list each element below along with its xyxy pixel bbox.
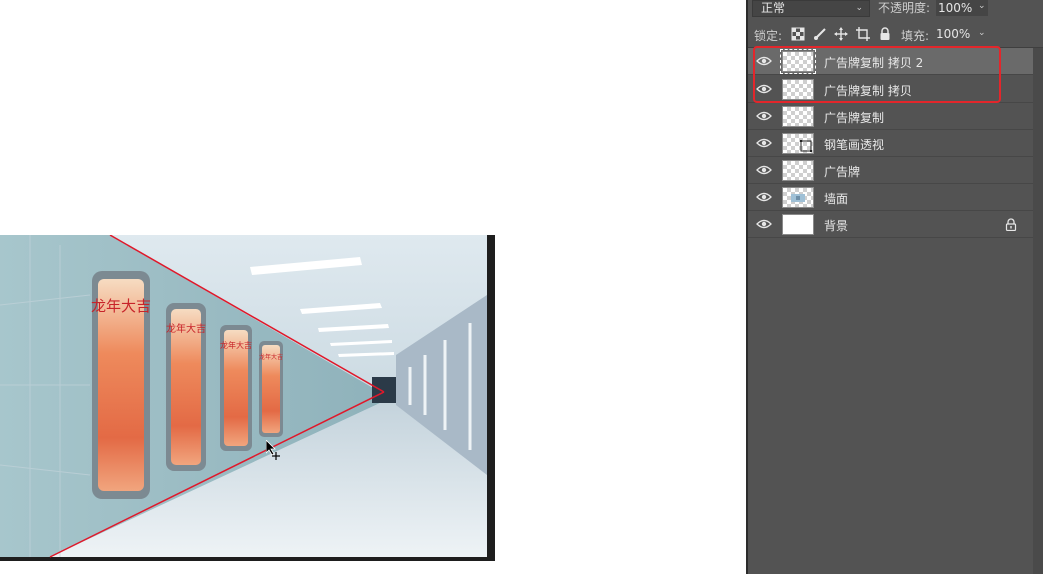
- eye-icon[interactable]: [756, 138, 772, 148]
- poster-text-1: 龙年大吉: [91, 298, 151, 315]
- blend-mode-select[interactable]: 正常 ⌄: [752, 0, 870, 17]
- layer-row[interactable]: 背景: [748, 211, 1033, 238]
- layer-name: 广告牌复制: [824, 111, 885, 125]
- layers-scrollbar[interactable]: [1033, 48, 1043, 574]
- opacity-label: 不透明度:: [878, 1, 931, 15]
- lock-position-move-icon[interactable]: [834, 27, 848, 41]
- eye-icon[interactable]: [756, 219, 772, 229]
- opacity-chevron-icon[interactable]: ⌄: [978, 1, 986, 11]
- blend-mode-value: 正常: [761, 1, 786, 15]
- layer-name: 钢笔画透视: [824, 138, 885, 152]
- path-icon: [800, 140, 812, 152]
- fill-chevron-icon[interactable]: ⌄: [978, 28, 986, 38]
- corridor-photo[interactable]: 龙年大吉 龙年大吉 龙年大吉 龙年大吉: [0, 235, 495, 561]
- layer-thumbnail: [782, 160, 814, 181]
- lock-artboard-crop-icon[interactable]: [856, 27, 870, 41]
- layer-row[interactable]: 广告牌复制: [748, 103, 1033, 130]
- eye-icon[interactable]: [756, 165, 772, 175]
- layer-thumbnail: [782, 133, 814, 154]
- layer-name: 墙面: [824, 192, 849, 206]
- poster-text-2: 龙年大吉: [166, 322, 206, 335]
- layer-name: 广告牌: [824, 165, 861, 179]
- lock-transparent-pixels-icon[interactable]: [791, 27, 805, 41]
- layer-row[interactable]: 墙面: [748, 184, 1033, 211]
- billboard-4: 龙年大吉: [259, 341, 283, 437]
- eye-icon[interactable]: [756, 192, 772, 202]
- lock-row: 锁定: 填充: 100% ⌄: [748, 24, 1043, 46]
- red-highlight-box: [753, 46, 1001, 103]
- layer-row[interactable]: 钢笔画透视: [748, 130, 1033, 157]
- eye-icon[interactable]: [756, 111, 772, 121]
- layer-thumbnail: [782, 106, 814, 127]
- layer-thumbnail: [782, 187, 814, 208]
- chevron-down-icon: ⌄: [855, 3, 863, 13]
- billboard-1: 龙年大吉: [91, 271, 151, 499]
- wall-image-icon: [791, 194, 805, 202]
- lock-label: 锁定:: [754, 29, 783, 43]
- layer-thumbnail: [782, 214, 814, 235]
- lock-all-icon[interactable]: [878, 27, 892, 41]
- fill-field[interactable]: 100%: [936, 27, 970, 41]
- move-cursor-icon: [266, 440, 280, 460]
- fill-label: 填充:: [901, 29, 930, 43]
- poster-text-3: 龙年大吉: [220, 340, 252, 350]
- layer-name: 背景: [824, 219, 849, 233]
- billboard-2: 龙年大吉: [166, 303, 206, 471]
- poster-text-4: 龙年大吉: [259, 353, 283, 361]
- lock-image-pixels-brush-icon[interactable]: [813, 27, 827, 41]
- layers-panel: 正常 ⌄ 不透明度: 100% ⌄ 锁定: 填充: 100% ⌄ 广告牌复制 拷…: [748, 0, 1043, 574]
- layer-row[interactable]: 广告牌: [748, 157, 1033, 184]
- lock-icon[interactable]: [1005, 218, 1017, 231]
- document-canvas[interactable]: 龙年大吉 龙年大吉 龙年大吉 龙年大吉: [0, 0, 747, 574]
- billboard-3: 龙年大吉: [220, 325, 252, 451]
- layer-options-row: 正常 ⌄ 不透明度: 100% ⌄: [748, 0, 1043, 18]
